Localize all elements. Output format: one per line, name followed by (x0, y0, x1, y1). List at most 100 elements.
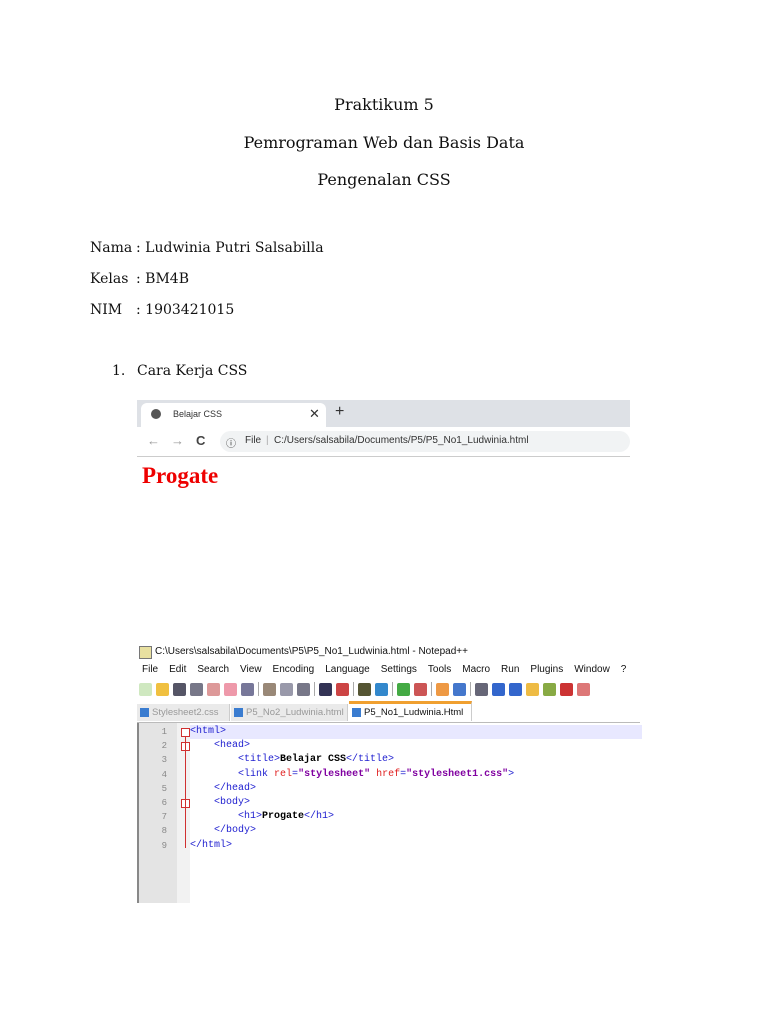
new-tab-icon[interactable]: + (335, 403, 344, 421)
forward-icon[interactable]: → (171, 433, 184, 448)
list-number: 1. (112, 363, 126, 379)
code-editor[interactable]: 1 2 3 4 5 6 7 8 9 <html> <head> <title>Belajar C… (137, 723, 642, 903)
menu-item-tools[interactable]: Tools (428, 664, 451, 675)
toolbar-button-icon[interactable] (414, 682, 427, 696)
toolbar-button-icon[interactable] (453, 682, 466, 696)
info-value: : BM4B (136, 271, 189, 287)
toolbar-button-icon[interactable] (436, 682, 449, 696)
menu-item-encoding[interactable]: Encoding (273, 664, 315, 675)
file-label: File (245, 435, 262, 446)
code-token-tag: <link (238, 768, 275, 780)
toolbar-button-icon[interactable] (336, 682, 349, 696)
menu-item-edit[interactable]: Edit (169, 664, 186, 675)
code-token-tag: </h1> (304, 811, 335, 823)
browser-screenshot: Belajar CSS ✕ + ← → C ⓘ File | C:/Users/… (137, 400, 630, 458)
toolbar-separator (258, 682, 259, 696)
toolbar-button-icon[interactable] (358, 682, 371, 696)
toolbar-button-icon[interactable] (139, 682, 152, 696)
code-line: </head> (190, 782, 642, 796)
toolbar-separator (392, 682, 393, 696)
toolbar-button-icon[interactable] (207, 682, 220, 696)
menu-item-view[interactable]: View (240, 664, 262, 675)
code-token-attr: href (376, 768, 401, 780)
doc-subtitle: Pemrograman Web dan Basis Data (243, 133, 525, 152)
info-class: Kelas : BM4B (90, 271, 189, 287)
code-line: </html> (190, 839, 642, 853)
page-heading: Progate (142, 463, 219, 488)
toolbar-button-icon[interactable] (224, 682, 237, 696)
toolbar-button-icon[interactable] (280, 682, 293, 696)
code-line: <h1>Progate</h1> (190, 810, 642, 824)
menu-item-settings[interactable]: Settings (381, 664, 417, 675)
file-tab[interactable]: Stylesheet2.css (137, 704, 230, 734)
file-tab[interactable]: P5_No2_Ludwinia.html (231, 704, 348, 734)
menu-item-plugins[interactable]: Plugins (530, 664, 563, 675)
url-text: C:/Users/salsabila/Documents/P5/P5_No1_L… (274, 435, 529, 446)
line-number: 6 (161, 798, 167, 808)
line-number: 3 (161, 755, 167, 766)
toolbar-button-icon[interactable] (577, 682, 590, 696)
browser-tab-bar: Belajar CSS ✕ + (137, 400, 630, 427)
info-name: Nama: Ludwinia Putri Salsabilla (90, 240, 324, 256)
save-file-icon (352, 708, 361, 717)
document-page: Praktikum 5 Pemrograman Web dan Basis Da… (0, 0, 768, 1024)
toolbar-button-icon[interactable] (241, 682, 254, 696)
toolbar-button-icon[interactable] (156, 682, 169, 696)
code-token-tag: > (508, 768, 515, 780)
code-token-str: "stylesheet" (298, 768, 371, 780)
menu-item-language[interactable]: Language (325, 664, 370, 675)
browser-tab[interactable]: Belajar CSS ✕ (141, 403, 326, 427)
reload-icon[interactable]: C (196, 433, 205, 448)
menu-item-help[interactable]: ? (621, 664, 627, 675)
file-tab-label: Stylesheet2.css (152, 707, 219, 718)
code-token-tag: <h1> (238, 811, 263, 823)
toolbar-separator (353, 682, 354, 696)
back-icon[interactable]: ← (147, 433, 160, 448)
notepad-screenshot: C:\Users\salsabila\Documents\P5\P5_No1_L… (137, 643, 642, 903)
toolbar-button-icon[interactable] (375, 682, 388, 696)
divider: | (266, 435, 269, 446)
toolbar-button-icon[interactable] (475, 682, 488, 696)
info-label: Kelas (90, 271, 129, 287)
url-input[interactable]: ⓘ File | C:/Users/salsabila/Documents/P5… (220, 431, 630, 452)
close-icon[interactable]: ✕ (309, 406, 320, 422)
tab-title: Belajar CSS (173, 409, 223, 419)
menu-item-window[interactable]: Window (574, 664, 610, 675)
toolbar-button-icon[interactable] (543, 682, 556, 696)
toolbar-button-icon[interactable] (397, 682, 410, 696)
info-label: Nama (90, 240, 133, 256)
menu-item-file[interactable]: File (142, 664, 158, 675)
code-token-attr: rel (274, 768, 293, 780)
menu-item-run[interactable]: Run (501, 664, 519, 675)
line-number: 4 (161, 769, 167, 780)
menu-item-search[interactable]: Search (197, 664, 229, 675)
toolbar-button-icon[interactable] (173, 682, 186, 696)
toolbar-button-icon[interactable] (190, 682, 203, 696)
toolbar-button-icon[interactable] (492, 682, 505, 696)
file-tabs: Stylesheet2.css P5_No2_Ludwinia.html P5_No… (137, 701, 640, 734)
code-token-str: "stylesheet1.css" (406, 768, 509, 780)
line-number: 2 (161, 741, 167, 752)
toolbar-separator (470, 682, 471, 696)
line-number: 9 (161, 840, 167, 851)
toolbar-button-icon[interactable] (560, 682, 573, 696)
code-line: <body> (190, 796, 642, 810)
save-file-icon (140, 708, 149, 717)
toolbar-button-icon[interactable] (263, 682, 276, 696)
toolbar-button-icon[interactable] (319, 682, 332, 696)
code-token-txt: Progate (262, 811, 305, 823)
toolbar-button-icon[interactable] (526, 682, 539, 696)
window-title-bar: C:\Users\salsabila\Documents\P5\P5_No1_L… (137, 643, 640, 660)
line-number: 1 (161, 727, 167, 737)
menu-item-macro[interactable]: Macro (462, 664, 490, 675)
notepad-icon (139, 646, 152, 659)
toolbar-button-icon[interactable] (509, 682, 522, 696)
file-tab[interactable]: P5_No1_Ludwinia.Html (349, 701, 472, 734)
toolbar-button-icon[interactable] (297, 682, 310, 696)
toolbar-separator (431, 682, 432, 696)
